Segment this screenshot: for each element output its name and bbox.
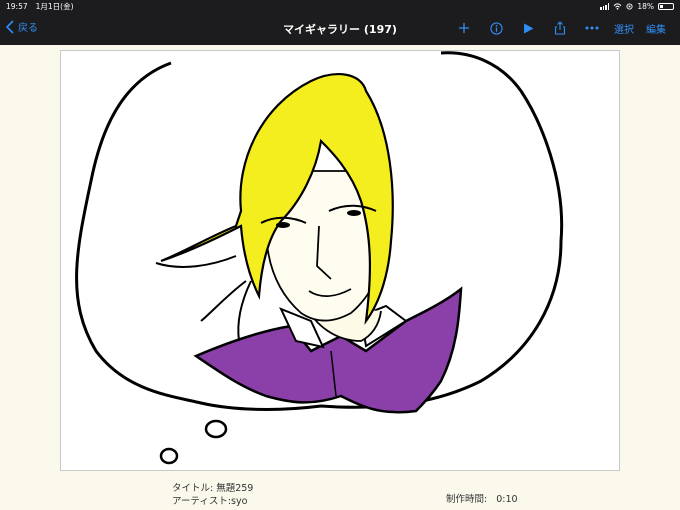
status-right: 18% xyxy=(600,2,674,11)
nav-bar: 戻る マイギャラリー (197) 選択 編集 xyxy=(0,12,680,45)
artwork-canvas[interactable] xyxy=(60,50,620,471)
thought-bubble-small xyxy=(204,419,228,439)
edit-button[interactable]: 編集 xyxy=(640,21,672,36)
more-button[interactable] xyxy=(576,18,608,38)
plus-icon xyxy=(459,23,469,33)
info-icon xyxy=(489,21,503,35)
battery-percent: 18% xyxy=(637,1,654,11)
battery-icon xyxy=(658,2,674,10)
signal-icon xyxy=(600,2,610,10)
artwork-production-time: 制作時間: 0:10 xyxy=(446,491,518,505)
play-icon xyxy=(523,23,533,33)
thought-bubble-tiny xyxy=(159,447,179,465)
play-button[interactable] xyxy=(512,18,544,38)
wifi-icon xyxy=(613,2,622,10)
select-button[interactable]: 選択 xyxy=(608,21,640,36)
share-icon xyxy=(554,21,566,35)
artwork-artist: アーティスト:syo xyxy=(172,496,248,507)
add-button[interactable] xyxy=(448,18,480,38)
artwork-title: タイトル: 無題259 xyxy=(172,483,254,494)
nav-actions: 選択 編集 xyxy=(448,18,672,38)
status-time: 19:57 xyxy=(6,1,28,11)
status-date: 1月1日(金) xyxy=(35,1,74,11)
status-bar: 19:57 1月1日(金) 18% xyxy=(0,0,680,12)
production-time-label: 制作時間: xyxy=(446,494,488,505)
info-button[interactable] xyxy=(480,18,512,38)
orientation-lock-icon xyxy=(626,2,633,10)
more-icon xyxy=(585,26,599,30)
production-time-value: 0:10 xyxy=(496,494,518,505)
share-button[interactable] xyxy=(544,18,576,38)
artwork-illustration xyxy=(75,51,564,465)
